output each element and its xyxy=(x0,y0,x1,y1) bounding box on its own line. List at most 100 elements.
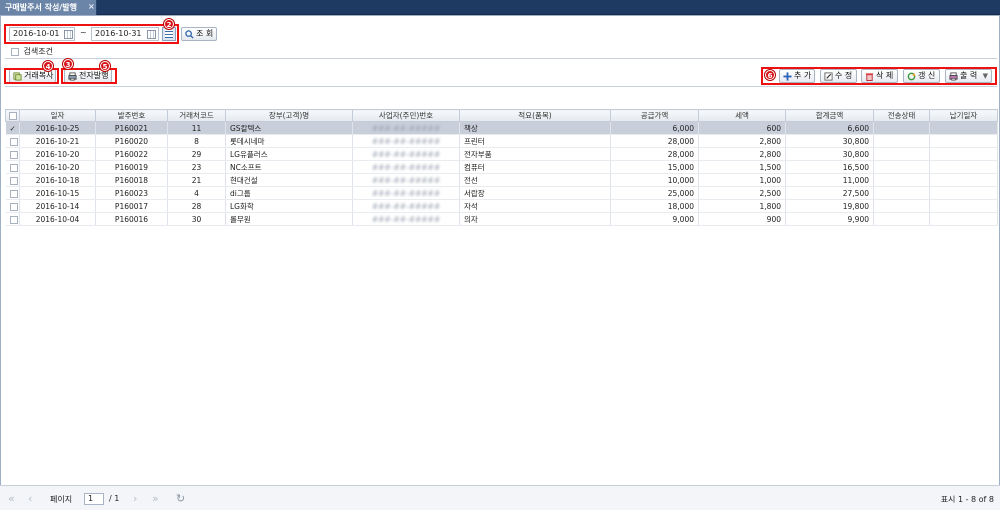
cell-tax: 2,500 xyxy=(698,186,786,200)
cell-transmit-status xyxy=(873,134,930,148)
print-button[interactable]: 출 력 ▼ xyxy=(945,69,992,83)
chevron-down-icon[interactable]: ▼ xyxy=(983,70,988,82)
col-header-business-no[interactable]: 사업자(주민)번호 xyxy=(352,109,460,122)
cell-item: 전자부품 xyxy=(459,147,611,161)
cell-transmit-status xyxy=(873,121,930,135)
business-no-redacted: ###-##-##### xyxy=(371,162,441,172)
col-header-transmit-status[interactable]: 전송상태 xyxy=(873,109,930,122)
table-row[interactable]: 2016-10-20 P160022 29 LG유플러스 ###-##-##### 전자부… xyxy=(5,147,998,161)
select-all-checkbox[interactable] xyxy=(8,112,17,120)
cell-supply-amount: 9,000 xyxy=(610,212,699,226)
calendar-icon[interactable] xyxy=(147,30,156,39)
row-checkbox[interactable]: ✓ xyxy=(5,121,20,135)
row-checkbox-mark[interactable]: ✓ xyxy=(10,124,16,133)
cell-order-no: P160018 xyxy=(95,173,168,187)
row-checkbox[interactable] xyxy=(5,160,20,174)
cell-order-no: P160020 xyxy=(95,134,168,148)
cell-tax: 900 xyxy=(698,212,786,226)
col-header-item[interactable]: 적요(품목) xyxy=(459,109,611,122)
reload-icon[interactable]: ↻ xyxy=(176,492,185,505)
date-from-field[interactable]: 2016-10-01 xyxy=(9,27,75,41)
prev-page-icon[interactable]: ‹ xyxy=(28,492,32,505)
cell-due-date xyxy=(929,212,998,226)
pencil-icon xyxy=(824,72,833,81)
row-checkbox-mark[interactable] xyxy=(9,163,18,172)
cell-transmit-status xyxy=(873,212,930,226)
cell-item: 서랍장 xyxy=(459,186,611,200)
row-checkbox[interactable] xyxy=(5,147,20,161)
table-row[interactable]: 2016-10-15 P160023 4 di그룹 ###-##-##### 서랍장 25,… xyxy=(5,186,998,200)
select-all-header[interactable] xyxy=(5,109,20,122)
cell-vendor-code: 8 xyxy=(167,134,226,148)
cell-total: 6,600 xyxy=(785,121,874,135)
row-checkbox-mark[interactable] xyxy=(9,137,18,146)
search-button[interactable]: 조 회 xyxy=(181,27,217,41)
last-page-icon[interactable]: » xyxy=(152,492,159,505)
business-no-redacted: ###-##-##### xyxy=(371,188,441,198)
row-checkbox-mark[interactable] xyxy=(9,189,18,198)
col-header-vendor-code[interactable]: 거래처코드 xyxy=(167,109,226,122)
table-row[interactable]: 2016-10-18 P160018 21 현대건설 ###-##-##### 전선 10,… xyxy=(5,173,998,187)
pagination-bar: « ‹ 페이지 1 / 1 › » ↻ 표시 1 - 8 of 8 xyxy=(0,485,1000,510)
refresh-button[interactable]: 갱 신 xyxy=(903,69,940,83)
row-checkbox[interactable] xyxy=(5,199,20,213)
table-row[interactable]: 2016-10-04 P160016 30 롤무원 ###-##-##### 의자 9,00… xyxy=(5,212,998,226)
tab-purchase-order[interactable]: 구매발주서 작성/발행 × xyxy=(0,0,97,15)
cell-due-date xyxy=(929,173,998,187)
cell-date: 2016-10-25 xyxy=(19,121,96,135)
business-no-redacted: ###-##-##### xyxy=(371,175,441,185)
row-checkbox-mark[interactable] xyxy=(9,150,18,159)
first-page-icon[interactable]: « xyxy=(8,492,15,505)
search-condition-checkbox[interactable] xyxy=(11,47,19,56)
cell-vendor-code: 23 xyxy=(167,160,226,174)
row-checkbox[interactable] xyxy=(5,186,20,200)
row-checkbox[interactable] xyxy=(5,134,20,148)
col-header-total[interactable]: 합계금액 xyxy=(785,109,874,122)
date-to-value: 2016-10-31 xyxy=(95,29,142,38)
row-checkbox-mark[interactable] xyxy=(9,176,18,185)
row-checkbox[interactable] xyxy=(5,212,20,226)
add-button-label: 추 가 xyxy=(794,71,812,80)
col-header-supply-amount[interactable]: 공급가액 xyxy=(610,109,699,122)
cell-business-no: ###-##-##### xyxy=(352,134,460,148)
cell-vendor-code: 21 xyxy=(167,173,226,187)
page-input[interactable]: 1 xyxy=(84,493,104,505)
delete-button[interactable]: 삭 제 xyxy=(861,69,898,83)
table-row[interactable]: ✓ 2016-10-25 P160021 11 GS칼텍스 ###-##-##### 책상 6… xyxy=(5,121,998,135)
row-checkbox-mark[interactable] xyxy=(9,202,18,211)
cell-item: 자석 xyxy=(459,199,611,213)
main-panel: 2016-10-01 ~ 2016-10-31 조 회 검색조건 거래복사 전자… xyxy=(0,15,1000,510)
col-header-tax[interactable]: 세액 xyxy=(698,109,786,122)
row-checkbox[interactable] xyxy=(5,173,20,187)
copy-icon xyxy=(13,72,22,81)
search-condition-toggle[interactable]: 검색조건 xyxy=(11,46,53,57)
row-checkbox-mark[interactable] xyxy=(9,215,18,224)
table-row[interactable]: 2016-10-21 P160020 8 롯데시네마 ###-##-##### 프린터 28… xyxy=(5,134,998,148)
edit-button[interactable]: 수 정 xyxy=(820,69,857,83)
cell-total: 11,000 xyxy=(785,173,874,187)
edit-button-label: 수 정 xyxy=(835,71,853,80)
search-button-label: 조 회 xyxy=(196,29,214,38)
col-header-order-no[interactable]: 발주번호 xyxy=(95,109,168,122)
table-row[interactable]: 2016-10-20 P160019 23 NC소프트 ###-##-##### 컴퓨터 1… xyxy=(5,160,998,174)
calendar-icon[interactable] xyxy=(64,30,73,39)
cell-item: 전선 xyxy=(459,173,611,187)
table-row[interactable]: 2016-10-14 P160017 28 LG화학 ###-##-##### 자석 18,… xyxy=(5,199,998,213)
cell-transmit-status xyxy=(873,160,930,174)
cell-business-no: ###-##-##### xyxy=(352,147,460,161)
col-header-due-date[interactable]: 납기일자 xyxy=(929,109,998,122)
page-total: / 1 xyxy=(109,494,120,503)
next-page-icon[interactable]: › xyxy=(133,492,137,505)
cell-due-date xyxy=(929,199,998,213)
col-header-customer-name[interactable]: 장부(고객)명 xyxy=(225,109,353,122)
cell-customer-name: 롯데시네마 xyxy=(225,134,353,148)
cell-total: 16,500 xyxy=(785,160,874,174)
date-to-field[interactable]: 2016-10-31 xyxy=(91,27,159,41)
cell-date: 2016-10-14 xyxy=(19,199,96,213)
cell-supply-amount: 18,000 xyxy=(610,199,699,213)
add-button[interactable]: 추 가 xyxy=(779,69,815,83)
col-header-date[interactable]: 일자 xyxy=(19,109,96,122)
cell-total: 27,500 xyxy=(785,186,874,200)
table-header-row: 일자 발주번호 거래처코드 장부(고객)명 사업자(주민)번호 적요(품목) 공… xyxy=(5,109,998,122)
tab-close-icon[interactable]: × xyxy=(88,0,95,13)
